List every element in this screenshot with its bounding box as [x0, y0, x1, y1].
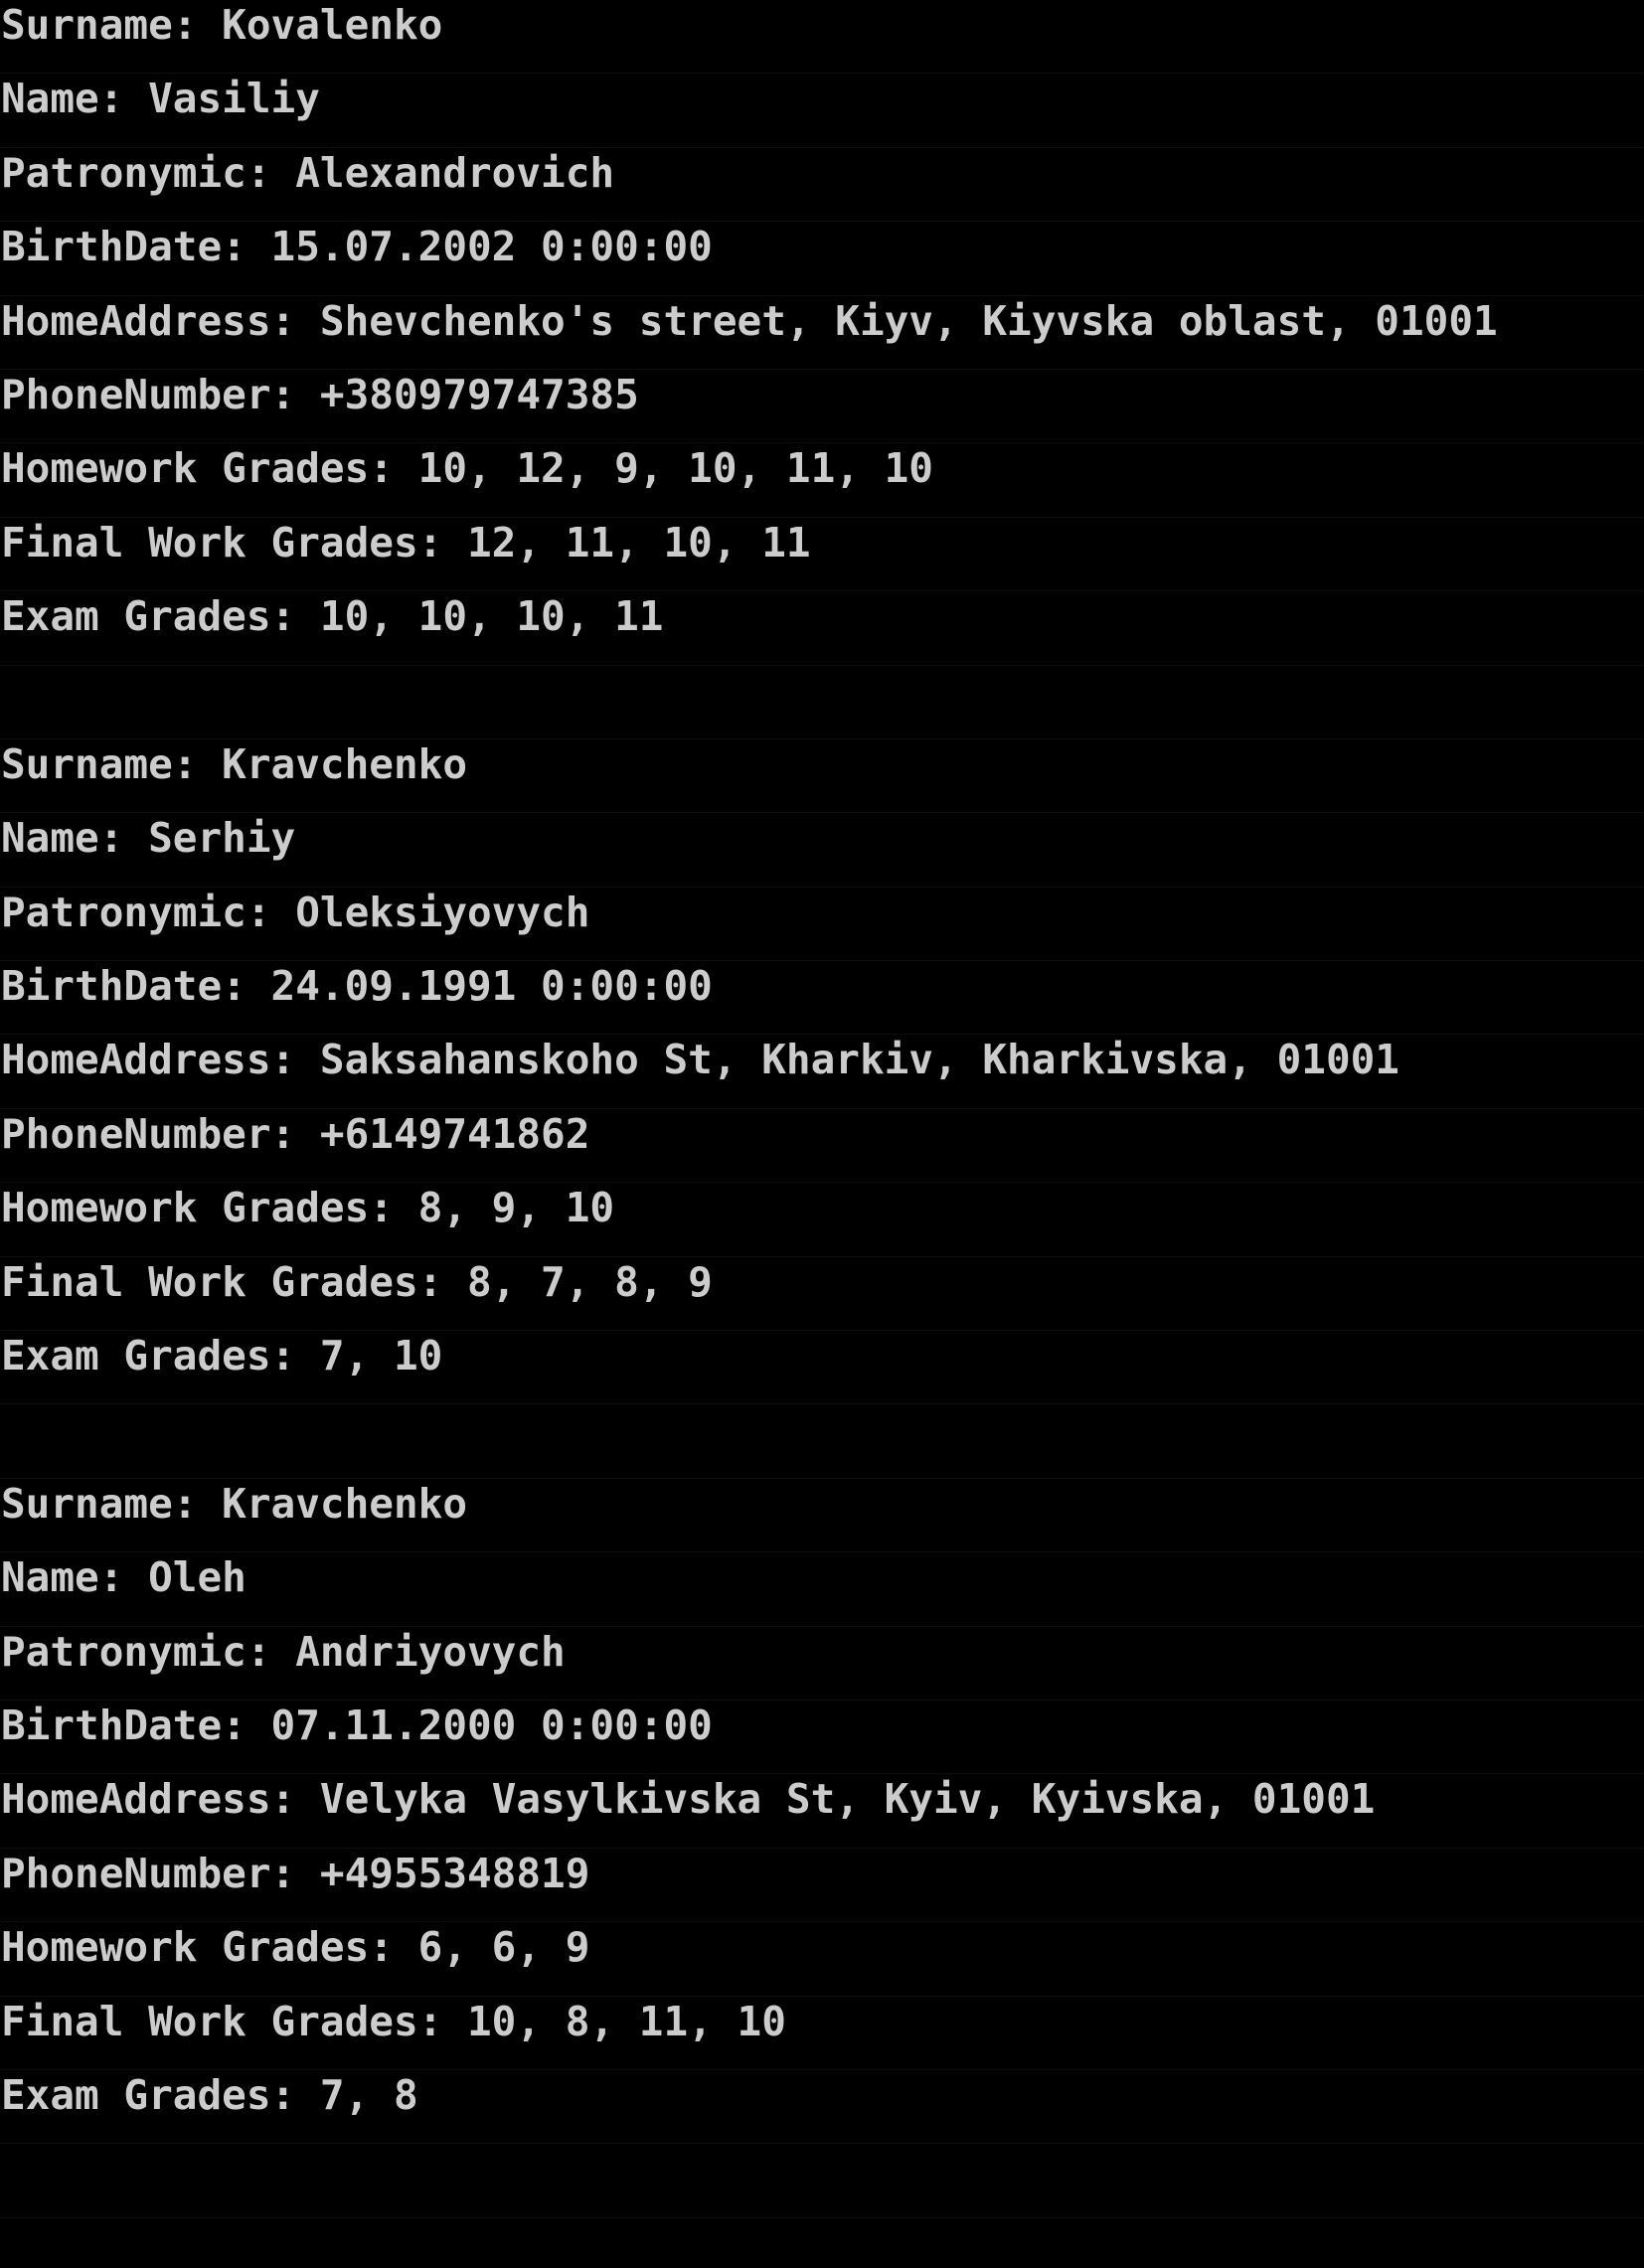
name-line: Name: Oleh: [0, 1552, 1644, 1627]
homework-grades-line: Homework Grades: 8, 9, 10: [0, 1183, 1644, 1257]
patronymic-line: Patronymic: Alexandrovich: [0, 148, 1644, 223]
final-work-grades-line: Final Work Grades: 12, 11, 10, 11: [0, 518, 1644, 592]
patronymic-line: Patronymic: Oleksiyovych: [0, 888, 1644, 962]
patronymic-line: Patronymic: Andriyovych: [0, 1627, 1644, 1701]
exam-grades-line: Exam Grades: 10, 10, 10, 11: [0, 591, 1644, 666]
final-work-grades-line: Final Work Grades: 8, 7, 8, 9: [0, 1257, 1644, 1332]
surname-line: Surname: Kravchenko: [0, 739, 1644, 814]
phone-number-line: PhoneNumber: +4955348819: [0, 1849, 1644, 1923]
phone-number-line: PhoneNumber: +6149741862: [0, 1109, 1644, 1184]
home-address-line: HomeAddress: Velyka Vasylkivska St, Kyiv…: [0, 1774, 1644, 1849]
surname-line: Surname: Kravchenko: [0, 1479, 1644, 1553]
birth-date-line: BirthDate: 15.07.2002 0:00:00: [0, 222, 1644, 296]
student-record: Surname: Kravchenko Name: Oleh Patronymi…: [0, 1479, 1644, 2218]
student-record: Surname: Kovalenko Name: Vasiliy Patrony…: [0, 0, 1644, 739]
name-line: Name: Serhiy: [0, 813, 1644, 888]
birth-date-line: BirthDate: 24.09.1991 0:00:00: [0, 961, 1644, 1036]
homework-grades-line: Homework Grades: 10, 12, 9, 10, 11, 10: [0, 443, 1644, 518]
exam-grades-line: Exam Grades: 7, 8: [0, 2070, 1644, 2145]
final-work-grades-line: Final Work Grades: 10, 8, 11, 10: [0, 1997, 1644, 2070]
blank-line: [0, 2144, 1644, 2218]
name-line: Name: Vasiliy: [0, 74, 1644, 148]
exam-grades-line: Exam Grades: 7, 10: [0, 1331, 1644, 1405]
blank-line: [0, 666, 1644, 739]
home-address-line: HomeAddress: Saksahanskoho St, Kharkiv, …: [0, 1035, 1644, 1109]
student-record: Surname: Kravchenko Name: Serhiy Patrony…: [0, 739, 1644, 1479]
blank-line: [0, 1404, 1644, 1479]
home-address-line: HomeAddress: Shevchenko's street, Kiyv, …: [0, 296, 1644, 370]
console-output: Surname: Kovalenko Name: Vasiliy Patrony…: [0, 0, 1644, 2218]
surname-line: Surname: Kovalenko: [0, 0, 1644, 75]
homework-grades-line: Homework Grades: 6, 6, 9: [0, 1922, 1644, 1997]
phone-number-line: PhoneNumber: +380979747385: [0, 370, 1644, 444]
birth-date-line: BirthDate: 07.11.2000 0:00:00: [0, 1701, 1644, 1775]
